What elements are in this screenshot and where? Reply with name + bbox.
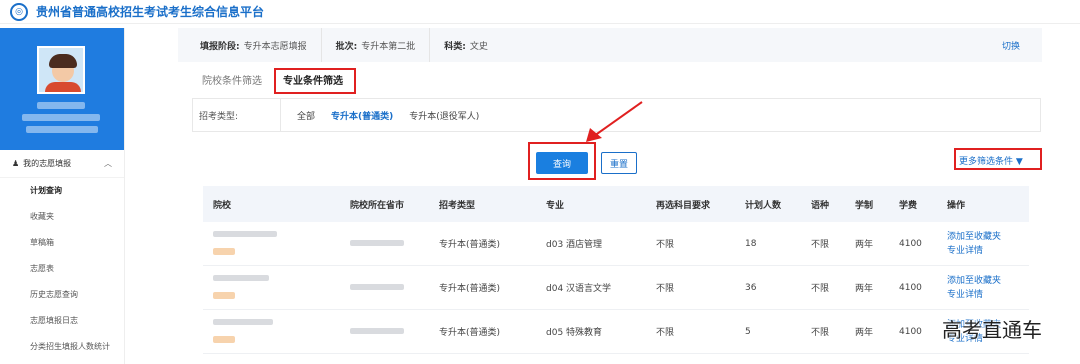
results-table: 院校 院校所在省市 招考类型 专业 再选科目要求 计划人数 语种 学制 学费 操… xyxy=(203,186,1029,354)
sidebar: ♟ 我的志愿填报 ︿ 计划查询 收藏夹 草稿箱 志愿表 历史志愿查询 志愿填报日… xyxy=(0,28,125,364)
sidebar-item-drafts[interactable]: 草稿箱 xyxy=(0,230,124,256)
major-detail-link[interactable]: 专业详情 xyxy=(947,288,1029,302)
plan-cell: 5 xyxy=(745,326,751,337)
app-title: 贵州省普通高校招生考试考生综合信息平台 xyxy=(36,5,265,19)
type-cell: 专升本(普通类) xyxy=(439,284,501,294)
duration-cell: 两年 xyxy=(855,284,874,294)
batch-value: 专升本第二批 xyxy=(361,41,416,52)
platform-logo-icon: ◎ xyxy=(10,2,28,21)
info-bar: 填报阶段: 专升本志愿填报 批次: 专升本第二批 科类: 文史 切换 xyxy=(178,28,1042,62)
sidebar-item-favorites[interactable]: 收藏夹 xyxy=(0,204,124,230)
filter-label: 招考类型: xyxy=(193,99,281,131)
table-row: 专升本(普通类) d03 酒店管理 不限 18 不限 两年 4100 添加至收藏… xyxy=(203,222,1029,266)
header-location: 院校所在省市 xyxy=(350,200,405,211)
school-cell-blurred xyxy=(203,230,340,258)
subject-label: 科类: xyxy=(444,41,466,52)
tab-school-filter[interactable]: 院校条件筛选 xyxy=(202,72,262,87)
header-school: 院校 xyxy=(213,200,232,211)
requirement-cell: 不限 xyxy=(656,284,675,294)
reset-button[interactable]: 重置 xyxy=(601,152,637,174)
add-favorite-link[interactable]: 添加至收藏夹 xyxy=(947,274,1029,288)
plan-cell: 18 xyxy=(745,238,757,249)
header-language: 语种 xyxy=(811,200,830,211)
blurred-user-info xyxy=(22,114,100,121)
sidebar-item-statistics[interactable]: 分类招生填报人数统计 xyxy=(0,334,124,360)
duration-cell: 两年 xyxy=(855,328,874,338)
action-cell: 添加至收藏夹 专业详情 xyxy=(937,274,1029,302)
requirement-cell: 不限 xyxy=(656,240,675,250)
highlight-box-query xyxy=(528,142,596,180)
profile-panel xyxy=(0,28,124,150)
stage-label: 填报阶段: xyxy=(200,41,240,52)
switch-link[interactable]: 切换 xyxy=(1002,39,1020,52)
blurred-user-id xyxy=(26,126,98,133)
top-bar: ◎ 贵州省普通高校招生考试考生综合信息平台 xyxy=(0,0,1080,24)
header-duration: 学制 xyxy=(855,200,874,211)
language-cell: 不限 xyxy=(811,284,830,294)
watermark-text: 高考直通车 xyxy=(942,318,1042,342)
sidebar-item-plan-query[interactable]: 计划查询 xyxy=(0,178,124,204)
main-content: 填报阶段: 专升本志愿填报 批次: 专升本第二批 科类: 文史 切换 院校条件筛… xyxy=(178,28,1042,354)
filter-option-all[interactable]: 全部 xyxy=(297,109,315,122)
duration-cell: 两年 xyxy=(855,240,874,250)
sidebar-item-history-query[interactable]: 历史志愿查询 xyxy=(0,282,124,308)
table-row: 专升本(普通类) d05 特殊教育 不限 5 不限 两年 4100 添加至收藏夹… xyxy=(203,310,1029,354)
filter-option-veteran[interactable]: 专升本(退役军人) xyxy=(409,109,479,122)
sidebar-item-log[interactable]: 志愿填报日志 xyxy=(0,308,124,334)
stage-value: 专升本志愿填报 xyxy=(243,41,307,52)
annotation-arrow-icon xyxy=(586,101,643,142)
user-icon: ♟ xyxy=(12,159,20,168)
language-cell: 不限 xyxy=(811,240,830,250)
sidebar-item-volunteer-table[interactable]: 志愿表 xyxy=(0,256,124,282)
language-cell: 不限 xyxy=(811,328,830,338)
menu-section-title: 我的志愿填报 xyxy=(23,159,72,168)
major-cell: d03 酒店管理 xyxy=(546,240,603,250)
location-cell-blurred xyxy=(340,283,429,293)
plan-cell: 36 xyxy=(745,282,757,293)
table-header: 院校 院校所在省市 招考类型 专业 再选科目要求 计划人数 语种 学制 学费 操… xyxy=(203,186,1029,222)
header-type: 招考类型 xyxy=(439,200,476,211)
avatar xyxy=(37,46,85,94)
batch-label: 批次: xyxy=(335,41,358,52)
header-major: 专业 xyxy=(546,200,565,211)
highlight-box-more xyxy=(954,148,1042,170)
blurred-username xyxy=(37,102,85,109)
type-cell: 专升本(普通类) xyxy=(439,328,501,338)
highlight-box-tab xyxy=(274,68,356,94)
location-cell-blurred xyxy=(340,327,429,337)
header-fee: 学费 xyxy=(899,200,918,211)
school-cell-blurred xyxy=(203,318,340,346)
major-cell: d05 特殊教育 xyxy=(546,328,603,338)
location-cell-blurred xyxy=(340,239,429,249)
requirement-cell: 不限 xyxy=(656,328,675,338)
school-cell-blurred xyxy=(203,274,340,302)
menu-section-volunteer[interactable]: ♟ 我的志愿填报 ︿ xyxy=(0,150,124,178)
subject-value: 文史 xyxy=(469,41,488,52)
major-cell: d04 汉语言文学 xyxy=(546,284,612,294)
chevron-up-icon[interactable]: ︿ xyxy=(104,158,112,169)
filter-option-regular[interactable]: 专升本(普通类) xyxy=(331,109,393,122)
fee-cell: 4100 xyxy=(899,282,922,293)
fee-cell: 4100 xyxy=(899,238,922,249)
table-row: 专升本(普通类) d04 汉语言文学 不限 36 不限 两年 4100 添加至收… xyxy=(203,266,1029,310)
type-cell: 专升本(普通类) xyxy=(439,240,501,250)
header-plan: 计划人数 xyxy=(745,200,782,211)
action-cell: 添加至收藏夹 专业详情 xyxy=(937,230,1029,258)
fee-cell: 4100 xyxy=(899,326,922,337)
major-detail-link[interactable]: 专业详情 xyxy=(947,244,1029,258)
add-favorite-link[interactable]: 添加至收藏夹 xyxy=(947,230,1029,244)
header-requirement: 再选科目要求 xyxy=(656,200,711,211)
header-action: 操作 xyxy=(947,200,966,211)
